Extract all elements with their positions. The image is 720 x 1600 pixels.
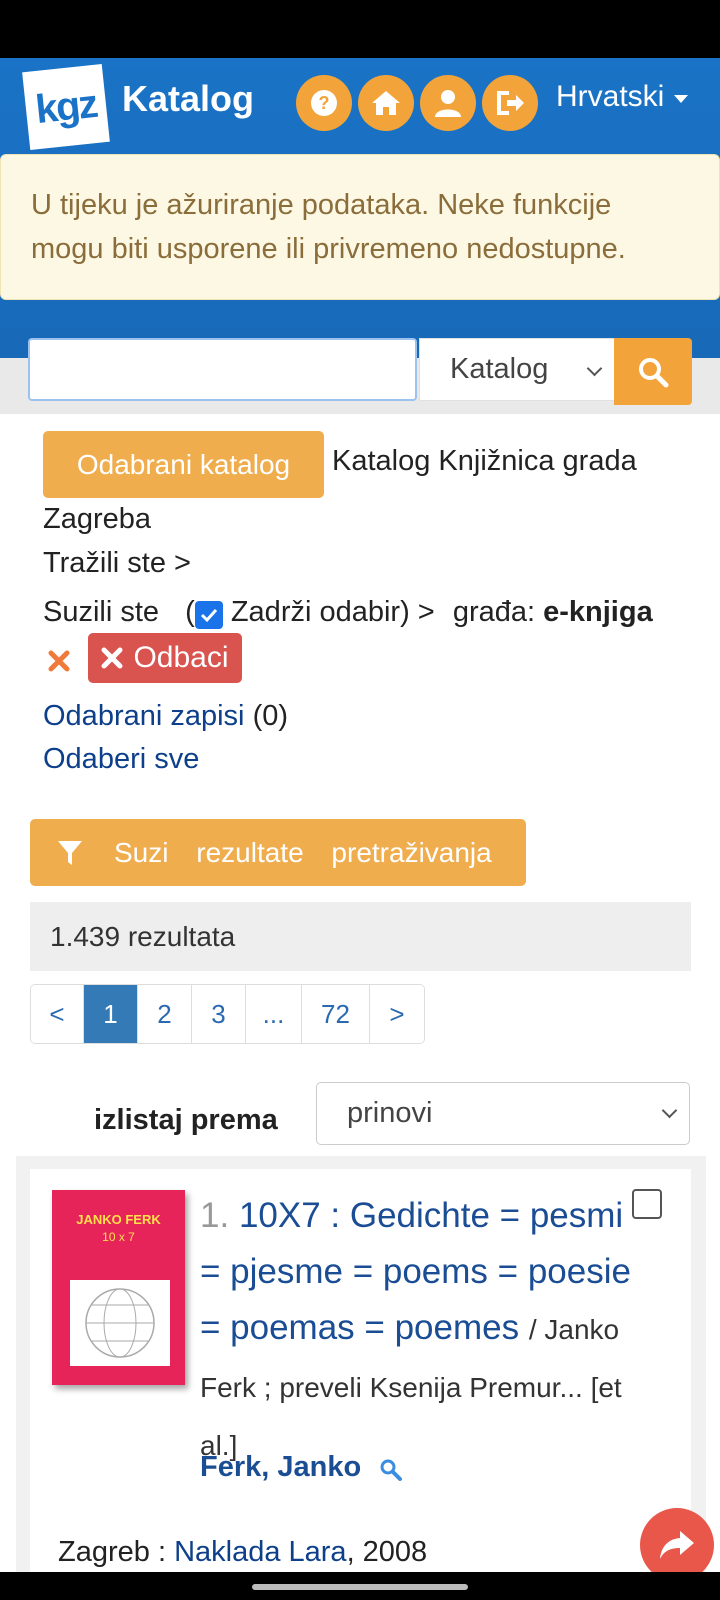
selected-records-row: Odabrani zapisi (0) [43,700,288,733]
record-place: Zagreb : [58,1536,166,1568]
svg-text:?: ? [319,93,330,113]
cover-title: JANKO FERK [76,1212,161,1227]
record-publisher-link[interactable]: Naklada Lara [174,1536,347,1568]
sort-select[interactable]: prinovi [316,1082,690,1145]
user-icon [435,90,461,117]
logout-button[interactable] [482,75,538,131]
search-input[interactable] [28,338,417,401]
kgz-logo[interactable]: kgz [22,64,110,150]
user-button[interactable] [420,75,476,131]
home-indicator[interactable] [252,1584,468,1590]
filter-label: građa: [452,596,536,628]
update-notice: U tijeku je ažuriranje podataka. Neke fu… [0,154,720,300]
narrowed-label: Suzili ste [43,596,160,628]
search-icon[interactable] [379,1458,403,1482]
chevron-down-icon [674,95,689,103]
record-author-link[interactable]: Ferk, Janko [200,1451,361,1483]
catalog-name-cont: Zagreba [43,503,152,535]
checkmark-icon [200,608,217,623]
record-year: , 2008 [346,1536,428,1568]
language-selector[interactable]: Hrvatski [556,80,689,114]
help-icon: ? [311,90,337,116]
book-cover[interactable]: JANKO FERK 10 x 7 [52,1190,185,1385]
selected-records-count: (0) [252,700,289,732]
logo-text: kgz [33,81,99,132]
searched-breadcrumb: Tražili ste > [43,547,191,579]
select-all-link[interactable]: Odaberi sve [43,743,199,776]
refine-results-button[interactable]: Suzi rezultate pretraživanja [30,819,526,886]
status-bar [0,0,720,58]
discard-label: Odbaci [133,641,229,674]
page-72[interactable]: 72 [302,985,370,1043]
keep-paren: ( [185,596,195,628]
language-label: Hrvatski [556,80,665,113]
keep-selection-checkbox[interactable] [194,601,223,629]
home-button[interactable] [358,75,414,131]
results-count: 1.439 rezultata [30,902,691,971]
keep-selection-label: Zadrži odabir) > [230,596,435,628]
home-icon [372,91,400,115]
record-title-block: 1. 10X7 : Gedichte = pesmi = pjesme = po… [200,1188,640,1474]
page-next[interactable]: > [370,985,424,1043]
cover-subtitle: 10 x 7 [102,1230,135,1244]
chevron-down-icon [661,1102,678,1119]
chevron-down-icon [586,360,603,377]
pagination: < 1 2 3 ... 72 > [30,984,425,1044]
share-icon [660,1531,694,1559]
selected-catalog-button[interactable]: Odabrani katalog [43,431,324,498]
record-author: Ferk, Janko [200,1451,403,1484]
cover-globe-image [70,1280,170,1366]
page-2[interactable]: 2 [138,985,192,1043]
refine-label: Suzi rezultate pretraživanja [114,836,492,868]
search-icon [639,357,669,387]
record-publication: Zagreb : Naklada Lara, 2008 [58,1536,427,1569]
page-3[interactable]: 3 [192,985,246,1043]
logout-icon [497,91,524,115]
catalog-select-value: Katalog [450,353,549,385]
share-button[interactable] [640,1508,714,1582]
sort-value: prinovi [347,1097,433,1129]
record-select-checkbox[interactable] [632,1189,662,1219]
sort-label: izlistaj prema [94,1104,278,1136]
narrowed-row: Suzili ste ( Zadrži odabir) > građa: e-k… [43,596,653,629]
selected-records-link[interactable]: Odabrani zapisi [43,700,245,732]
remove-filter-icon[interactable] [48,650,70,672]
page-prev[interactable]: < [31,985,84,1043]
record-index: 1. [200,1196,230,1235]
close-icon [101,647,123,669]
search-button[interactable] [614,338,692,405]
page-1[interactable]: 1 [84,985,138,1043]
help-button[interactable]: ? [296,75,352,131]
discard-button[interactable]: Odbaci [88,633,242,683]
app-title: Katalog [122,78,255,119]
filter-icon [58,840,82,865]
catalog-select[interactable]: Katalog [419,338,615,401]
page-ellipsis: ... [246,985,302,1043]
filter-value: e-knjiga [543,596,653,628]
catalog-name: Katalog Knjižnica grada [332,445,637,477]
